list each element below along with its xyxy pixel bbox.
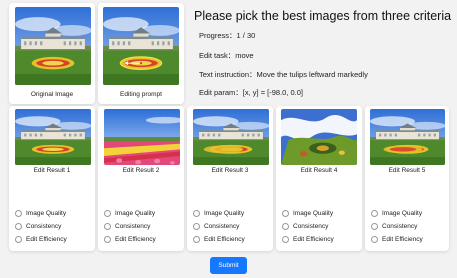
editing-prompt-image [103,7,179,85]
radio-icon[interactable] [15,223,22,230]
original-image-caption: Original Image [30,91,74,98]
consistency-option-1[interactable]: Consistency [15,223,61,230]
image-quality-option-4[interactable]: Image Quality [282,210,333,217]
editing-prompt-caption: Editing prompt [120,91,162,98]
edit-result-caption-3: Edit Result 3 [211,167,249,174]
radio-icon[interactable] [193,223,200,230]
edit-result-card-1: Edit Result 1 Image Quality Consistency … [9,106,95,251]
edit-efficiency-option-4[interactable]: Edit Efficiency [282,236,334,243]
edit-task-value: move [235,51,254,60]
text-instruction-value: Move the tulips leftward markedly [256,70,368,79]
edit-efficiency-option-2[interactable]: Edit Efficiency [104,236,156,243]
edit-result-image-5 [370,109,445,165]
radio-icon[interactable] [282,236,289,243]
option-label: Edit Efficiency [26,236,67,243]
edit-result-image-2 [104,109,180,165]
option-label: Image Quality [26,210,67,217]
edit-result-card-4: Edit Result 4 Image Quality Consistency … [276,106,362,251]
edit-result-card-3: Edit Result 3 Image Quality Consistency … [187,106,273,251]
option-label: Edit Efficiency [204,236,245,243]
radio-icon[interactable] [371,223,378,230]
text-instruction-info: Text instruction：Move the tulips leftwar… [199,69,368,80]
option-label: Image Quality [115,210,156,217]
option-label: Image Quality [293,210,334,217]
radio-icon[interactable] [282,210,289,217]
option-label: Consistency [26,223,62,230]
text-instruction-label: Text instruction： [199,70,257,79]
option-label: Consistency [382,223,418,230]
radio-icon[interactable] [193,236,200,243]
edit-result-card-2: Edit Result 2 Image Quality Consistency … [98,106,184,251]
edit-param-value: [x, y] = [-98.0, 0.0] [242,88,304,97]
edit-result-caption-1: Edit Result 1 [33,167,71,174]
edit-result-card-5: Edit Result 5 Image Quality Consistency … [365,106,449,251]
edit-result-caption-4: Edit Result 4 [300,167,338,174]
edit-efficiency-option-5[interactable]: Edit Efficiency [371,236,423,243]
radio-icon[interactable] [282,223,289,230]
edit-task-info: Edit task：move [199,50,254,61]
consistency-option-3[interactable]: Consistency [193,223,239,230]
image-quality-option-1[interactable]: Image Quality [15,210,66,217]
progress-label: Progress： [199,31,237,40]
edit-task-label: Edit task： [199,51,236,60]
radio-icon[interactable] [104,236,111,243]
page-title: Please pick the best images from three c… [194,9,452,23]
option-label: Consistency [293,223,329,230]
radio-icon[interactable] [15,210,22,217]
edit-param-info: Edit param：[x, y] = [-98.0, 0.0] [199,87,303,98]
radio-icon[interactable] [193,210,200,217]
radio-icon[interactable] [371,236,378,243]
consistency-option-2[interactable]: Consistency [104,223,150,230]
edit-result-caption-2: Edit Result 2 [122,167,160,174]
radio-icon[interactable] [371,210,378,217]
edit-efficiency-option-3[interactable]: Edit Efficiency [193,236,245,243]
editing-prompt-card: Editing prompt [98,3,184,104]
edit-result-image-3 [193,109,269,165]
option-label: Edit Efficiency [293,236,334,243]
consistency-option-4[interactable]: Consistency [282,223,328,230]
option-label: Consistency [115,223,151,230]
radio-icon[interactable] [104,223,111,230]
image-quality-option-2[interactable]: Image Quality [104,210,155,217]
option-label: Consistency [204,223,240,230]
submit-button[interactable]: Submit [210,257,247,274]
progress-info: Progress：1 / 30 [199,30,255,41]
image-quality-option-5[interactable]: Image Quality [371,210,422,217]
edit-efficiency-option-1[interactable]: Edit Efficiency [15,236,67,243]
radio-icon[interactable] [104,210,111,217]
radio-icon[interactable] [15,236,22,243]
consistency-option-5[interactable]: Consistency [371,223,417,230]
progress-value: 1 / 30 [236,31,256,40]
image-quality-option-3[interactable]: Image Quality [193,210,244,217]
edit-result-image-4 [281,109,357,165]
option-label: Image Quality [204,210,245,217]
option-label: Edit Efficiency [382,236,423,243]
edit-param-label: Edit param： [199,88,243,97]
option-label: Edit Efficiency [115,236,156,243]
option-label: Image Quality [382,210,423,217]
edit-result-caption-5: Edit Result 5 [388,167,426,174]
original-image-card: Original Image [9,3,95,104]
original-image [15,7,91,85]
edit-result-image-1 [15,109,91,165]
